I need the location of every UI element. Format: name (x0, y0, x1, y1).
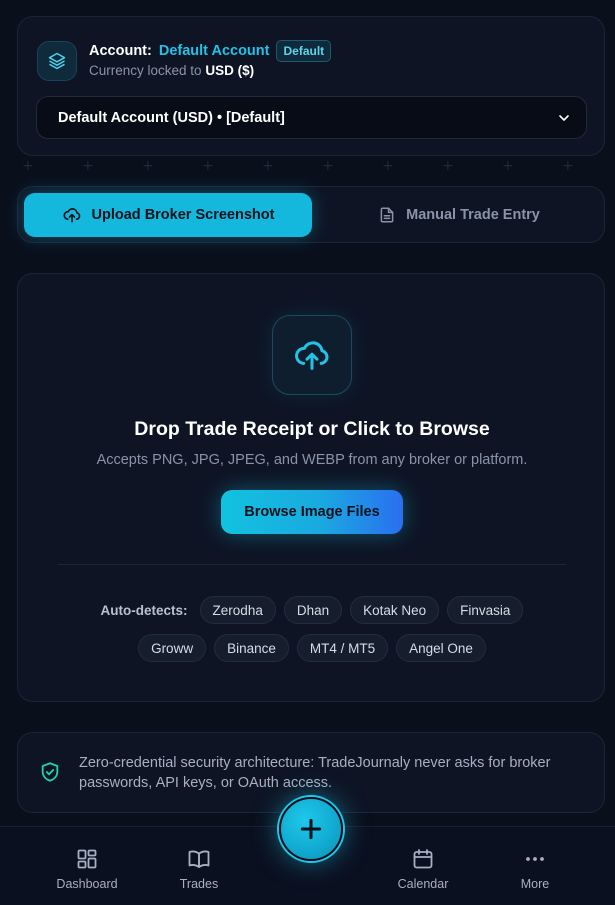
broker-chip: Zerodha (199, 596, 276, 624)
default-badge: Default (276, 40, 332, 62)
auto-detects-label: Auto-detects: (100, 602, 188, 618)
broker-list-row-1: Auto-detects: Zerodha Dhan Kotak Neo Fin… (18, 596, 606, 624)
broker-list-row-2: Groww Binance MT4 / MT5 Angel One (18, 634, 606, 662)
broker-chip: Dhan (283, 596, 343, 624)
broker-chip: Kotak Neo (350, 596, 440, 624)
tab-upload-broker-screenshot[interactable]: Upload Broker Screenshot (24, 193, 312, 237)
upload-dropzone[interactable]: Drop Trade Receipt or Click to Browse Ac… (17, 273, 605, 702)
layers-icon (37, 41, 77, 81)
broker-chip: Finvasia (447, 596, 524, 624)
grid-icon (77, 849, 97, 869)
nav-label-more: More (520, 877, 550, 891)
book-open-icon (188, 850, 210, 868)
cloud-upload-icon (62, 208, 80, 223)
calendar-icon (413, 849, 433, 869)
file-text-icon (380, 207, 394, 223)
chevron-down-icon (559, 114, 569, 121)
nav-label-calendar: Calendar (397, 877, 449, 891)
entry-mode-tabs: Upload Broker Screenshot Manual Trade En… (17, 186, 605, 243)
account-select[interactable]: Default Account (USD) • [Default] (36, 96, 587, 139)
dropzone-description: Accepts PNG, JPG, JPEG, and WEBP from an… (96, 452, 528, 468)
tab-manual-trade-entry[interactable]: Manual Trade Entry (318, 193, 600, 237)
nav-label-trades: Trades (179, 877, 219, 891)
nav-item-dashboard[interactable]: Dashboard (37, 847, 137, 891)
divider (58, 564, 566, 565)
nav-item-more[interactable]: More (485, 847, 585, 891)
nav-label-dashboard: Dashboard (56, 877, 118, 891)
cloud-upload-icon (272, 315, 352, 395)
dropzone-title: Drop Trade Receipt or Click to Browse (134, 418, 490, 440)
account-title: Account: Default Account Default (89, 40, 332, 62)
more-dots-icon (526, 857, 544, 861)
browse-image-files-button[interactable]: Browse Image Files (221, 490, 403, 534)
tab-manual-label: Manual Trade Entry (406, 207, 540, 223)
nav-item-calendar[interactable]: Calendar (373, 847, 473, 891)
currency-note: Currency locked to USD ($) (89, 63, 254, 78)
nav-item-trades[interactable]: Trades (149, 847, 249, 891)
account-label: Account: (89, 43, 152, 59)
add-trade-button[interactable] (279, 797, 343, 861)
broker-chip: Groww (138, 634, 207, 662)
broker-chip: Binance (214, 634, 289, 662)
security-text: Zero-credential security architecture: T… (79, 755, 551, 791)
broker-chip: Angel One (396, 634, 486, 662)
broker-chip: MT4 / MT5 (296, 634, 389, 662)
currency-value: USD ($) (205, 63, 255, 78)
tab-upload-label: Upload Broker Screenshot (91, 207, 275, 223)
currency-prefix: Currency locked to (89, 63, 202, 78)
account-select-value: Default Account (USD) • [Default] (58, 109, 285, 126)
account-name: Default Account (158, 43, 270, 59)
shield-check-icon (41, 762, 59, 782)
plus-icon (300, 818, 322, 840)
account-card: Account: Default Account Default Currenc… (17, 16, 605, 156)
